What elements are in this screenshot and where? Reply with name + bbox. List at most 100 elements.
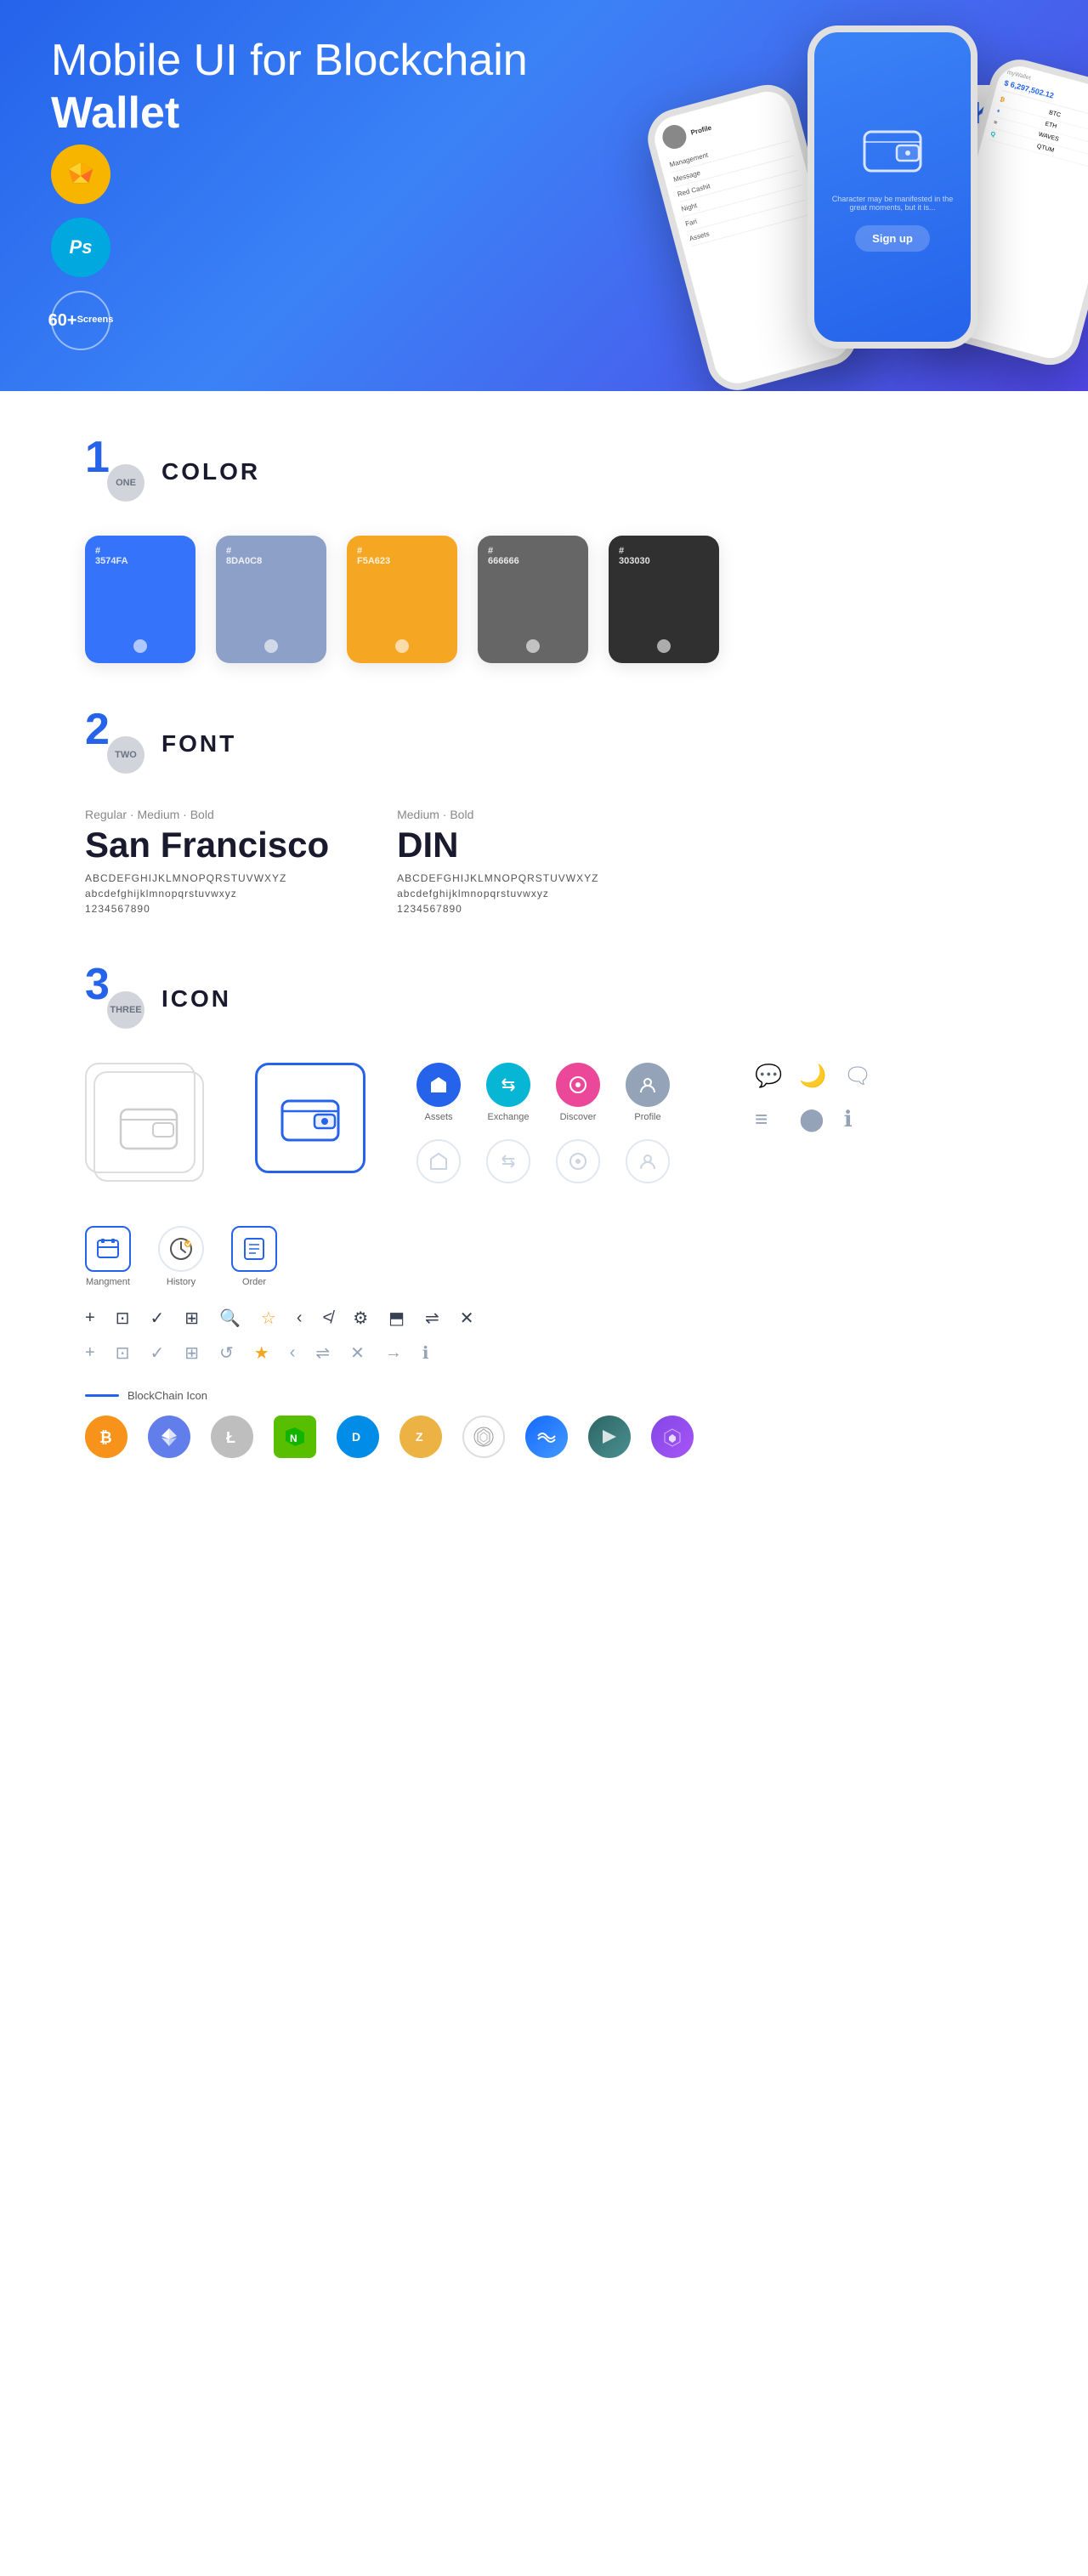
font-sf: Regular · Medium · Bold San Francisco AB… [85, 808, 329, 918]
ps-badge: Ps [51, 218, 110, 277]
font-sf-nums: 1234567890 [85, 903, 329, 915]
icon-discover: Discover [556, 1063, 600, 1122]
grid-edit-gray-icon: ⊡ [116, 1342, 130, 1364]
star-icon: ☆ [261, 1308, 276, 1329]
font-columns: Regular · Medium · Bold San Francisco AB… [85, 808, 1003, 918]
icon-order: Order [231, 1226, 277, 1287]
font-din-name: DIN [397, 825, 598, 865]
blockchain-label-row: BlockChain Icon [85, 1389, 1003, 1402]
star-filled-icon: ★ [254, 1342, 269, 1364]
layers-icon: ≡ [755, 1106, 782, 1132]
icon-profile: Profile [626, 1063, 670, 1122]
plus-gray-icon: + [85, 1343, 95, 1363]
svg-text:₿: ₿ [99, 1429, 112, 1446]
bitcoin-icon: ₿ [85, 1416, 128, 1458]
color-section-header: 1 ONE COLOR [85, 442, 1003, 502]
matic-icon [651, 1416, 694, 1458]
icon-wireframe-container [85, 1063, 204, 1182]
qr-gray-icon: ⊞ [184, 1342, 199, 1364]
hero-badges: Ps 60+ Screens [51, 145, 110, 350]
neo-icon: N [274, 1416, 316, 1458]
font-din-upper: ABCDEFGHIJKLMNOPQRSTUVWXYZ [397, 872, 598, 884]
color-title: COLOR [162, 458, 260, 485]
font-din-style: Medium · Bold [397, 808, 598, 821]
refresh-gray-icon: ↺ [219, 1342, 234, 1364]
font-sf-lower: abcdefghijklmnopqrstuvwxyz [85, 888, 329, 899]
utility-icons-group: 💬 ≡ 🌙 ⬤ 🗨 ℹ [755, 1063, 872, 1132]
swap-gray-icon: ⇌ [315, 1342, 330, 1364]
nav-icons-filled: Assets Exchange Discover [416, 1063, 670, 1122]
sketch-badge [51, 145, 110, 204]
blockchain-section: BlockChain Icon ₿ Ł N [85, 1389, 1003, 1458]
svg-text:Ł: Ł [226, 1429, 235, 1446]
icon-history: History [158, 1226, 204, 1287]
swatch-gray-blue: #8DA0C8 [216, 536, 326, 663]
font-sf-name: San Francisco [85, 825, 329, 865]
icon-title: ICON [162, 985, 231, 1013]
forward-gray-icon: → [385, 1343, 402, 1363]
close-icon: ✕ [460, 1308, 474, 1329]
section-number-3: 3 THREE [85, 969, 144, 1029]
swatch-blue: #3574FA [85, 536, 196, 663]
main-content: 1 ONE COLOR #3574FA #8DA0C8 #F5A623 #666… [0, 391, 1088, 1509]
small-icons-row-1: + ⊡ ✓ ⊞ 🔍 ☆ ‹ ≮ ⚙ ⬒ ⇌ ✕ [85, 1308, 1003, 1329]
chat-icon: 🗨 [844, 1063, 872, 1089]
settings-icon: ⚙ [353, 1308, 368, 1329]
crypto-icons-row: ₿ Ł N D Z [85, 1416, 1003, 1458]
circle-icon: ⬤ [799, 1106, 826, 1132]
app-icons-row: Mangment History [85, 1226, 1003, 1287]
font-din-lower: abcdefghijklmnopqrstuvwxyz [397, 888, 598, 899]
info-gray-icon: ℹ [422, 1342, 429, 1364]
small-icons-row-2: + ⊡ ✓ ⊞ ↺ ★ ‹ ⇌ ✕ → ℹ [85, 1342, 1003, 1364]
svg-text:D: D [352, 1430, 360, 1444]
svg-text:Z: Z [416, 1430, 423, 1444]
swap-icon: ⇌ [425, 1308, 439, 1329]
icon-management: Mangment [85, 1226, 131, 1287]
back-gray-icon: ‹ [290, 1343, 296, 1363]
icon-top-row: Assets Exchange Discover [85, 1063, 1003, 1183]
icon-section-header: 3 THREE ICON [85, 969, 1003, 1029]
moon-icon: 🌙 [799, 1063, 826, 1089]
share-icon: ≮ [323, 1308, 333, 1328]
ethereum-icon [148, 1416, 190, 1458]
dash-icon: D [337, 1416, 379, 1458]
hero-section: Mobile UI for Blockchain Wallet UI Kit P… [0, 0, 1088, 391]
icon-profile-outline [626, 1139, 670, 1183]
blockchain-label: BlockChain Icon [128, 1389, 207, 1402]
check-icon: ✓ [150, 1308, 164, 1329]
font-section-header: 2 TWO FONT [85, 714, 1003, 774]
icon-assets: Assets [416, 1063, 461, 1122]
wallet-icon [863, 123, 922, 184]
litecoin-icon: Ł [211, 1416, 253, 1458]
komodo-icon [588, 1416, 631, 1458]
phone-center: Character may be manifested in the great… [808, 26, 978, 349]
close-gray-icon: ✕ [350, 1342, 365, 1364]
screens-badge: 60+ Screens [51, 291, 110, 350]
expand-icon: ⬒ [388, 1308, 405, 1329]
icon-assets-outline [416, 1139, 461, 1183]
swatch-black: #303030 [609, 536, 719, 663]
hero-title: Mobile UI for Blockchain Wallet [51, 34, 561, 140]
waves-icon [525, 1416, 568, 1458]
section-number-2: 2 TWO [85, 714, 144, 774]
icon-wallet-colored [255, 1063, 366, 1173]
font-sf-upper: ABCDEFGHIJKLMNOPQRSTUVWXYZ [85, 872, 329, 884]
font-din: Medium · Bold DIN ABCDEFGHIJKLMNOPQRSTUV… [397, 808, 598, 918]
icon-discover-outline [556, 1139, 600, 1183]
wallet-wireframe-icon [119, 1101, 178, 1152]
grid-coin-icon [462, 1416, 505, 1458]
qr-icon: ⊞ [184, 1308, 199, 1329]
check-gray-icon: ✓ [150, 1342, 164, 1364]
nav-icons-group: Assets Exchange Discover [416, 1063, 670, 1183]
nav-icons-outline [416, 1139, 670, 1183]
plus-icon: + [85, 1308, 95, 1328]
speech-bubble-icon: 💬 [755, 1063, 782, 1089]
font-title: FONT [162, 730, 236, 757]
color-swatches: #3574FA #8DA0C8 #F5A623 #666666 #303030 [85, 536, 1003, 663]
swatch-dark-gray: #666666 [478, 536, 588, 663]
info-icon: ℹ [844, 1106, 872, 1132]
grid-edit-icon: ⊡ [116, 1308, 130, 1329]
back-icon: ‹ [297, 1308, 303, 1328]
icon-exchange: Exchange [486, 1063, 530, 1122]
phone-mockups: Profile Management Message Red Cashit Ni… [672, 26, 1088, 366]
